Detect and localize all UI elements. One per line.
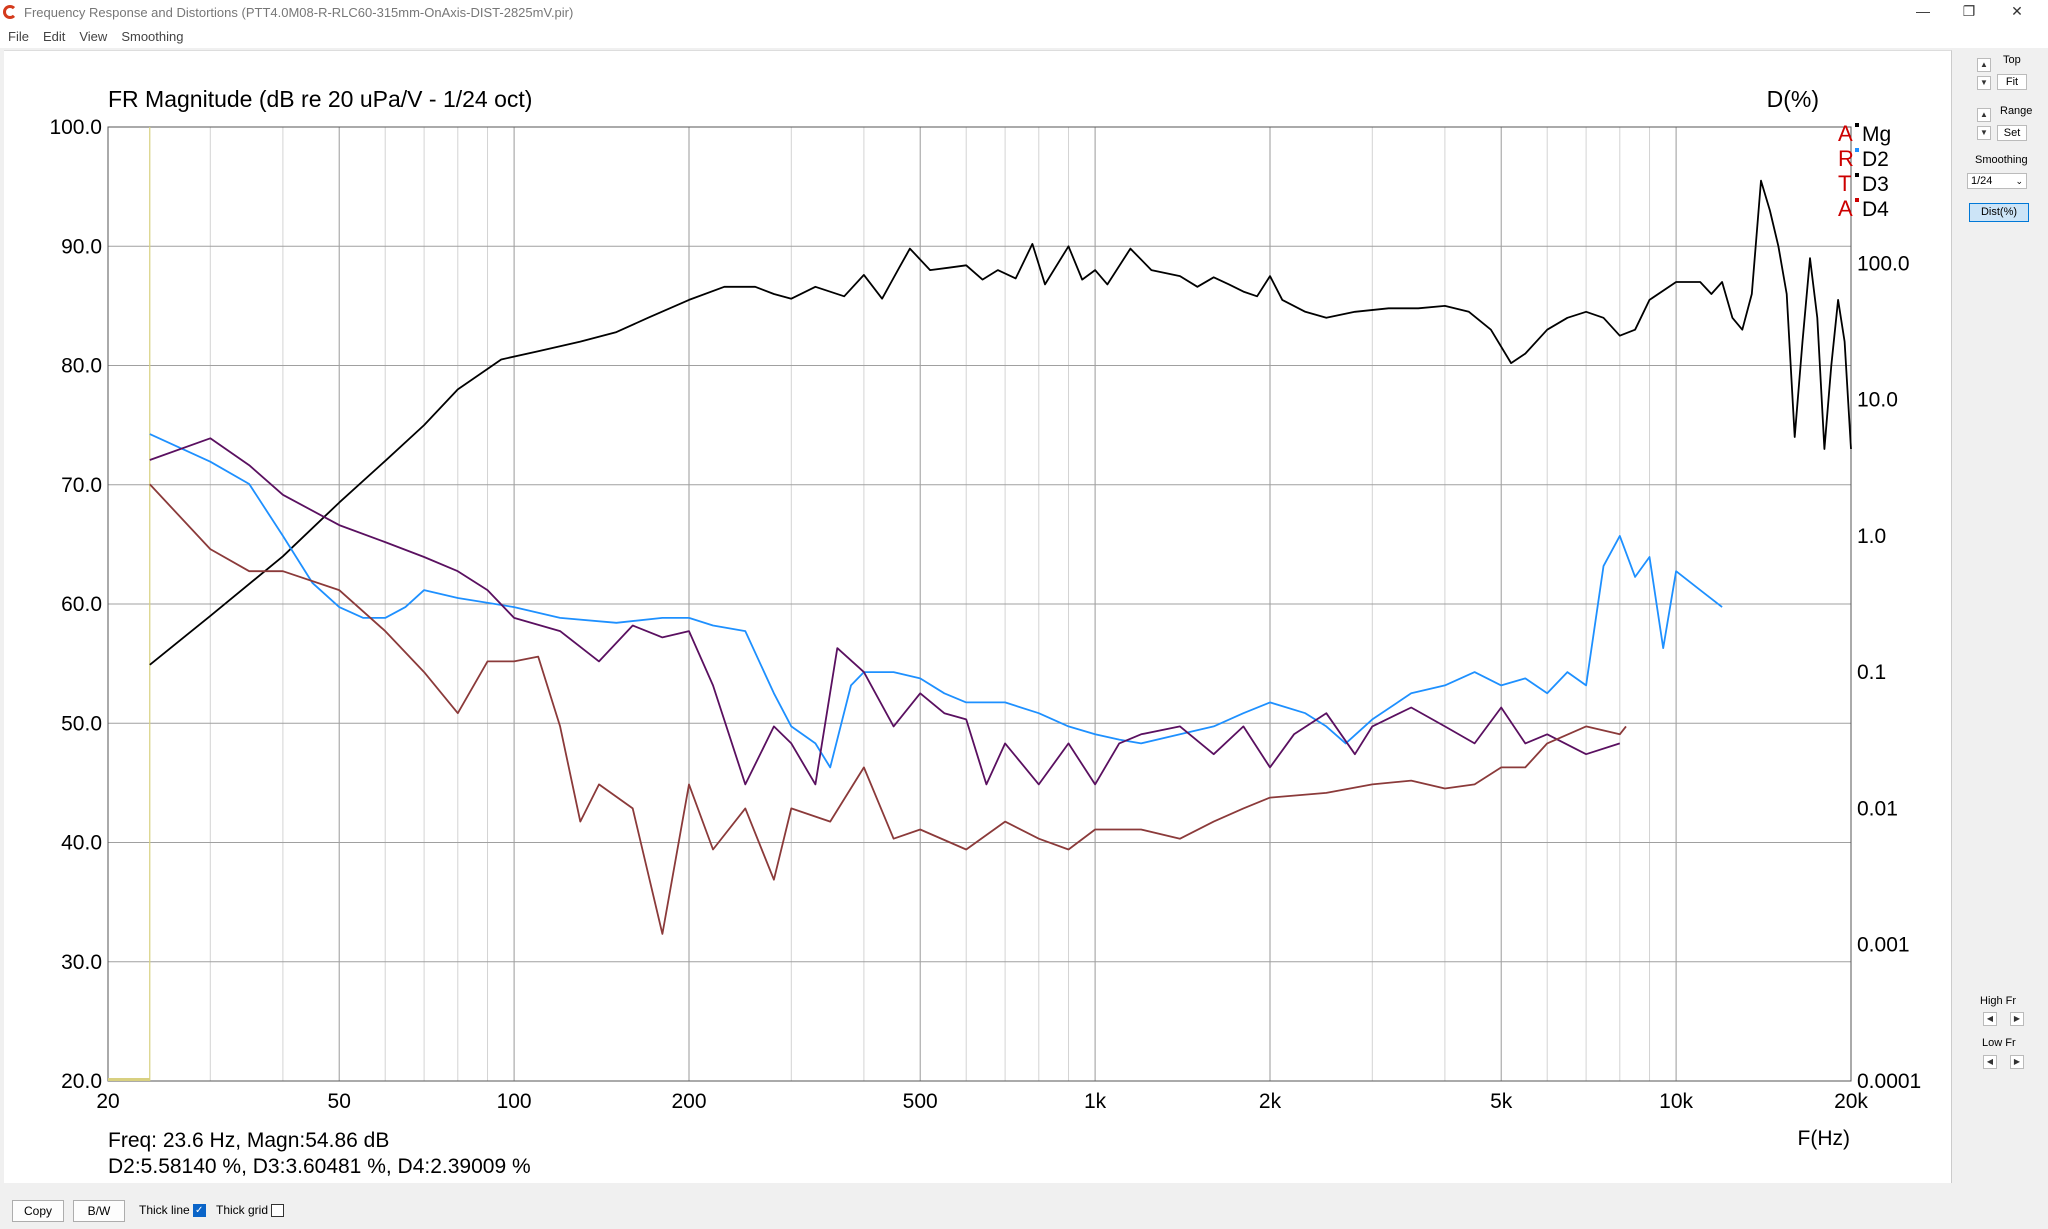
frequency-response-chart[interactable]: FR Magnitude (dB re 20 uPa/V - 1/24 oct)… xyxy=(4,51,1952,1184)
smoothing-value: 1/24 xyxy=(1971,175,1993,187)
right-tick-label: 0.1 xyxy=(1857,661,1886,684)
series-mg xyxy=(149,179,1852,666)
right-tick-label: 10.0 xyxy=(1857,389,1898,412)
x-tick-label: 20 xyxy=(96,1090,119,1113)
low-fr-left-button[interactable]: ◀ xyxy=(1983,1055,1997,1069)
high-fr-left-button[interactable]: ◀ xyxy=(1983,1012,1997,1026)
restore-icon[interactable]: ❐ xyxy=(1946,0,1992,24)
top-label: Top xyxy=(2003,54,2021,66)
y-tick-label: 90.0 xyxy=(61,235,102,258)
legend-label: Mg xyxy=(1862,123,1891,146)
thick-grid-label: Thick grid xyxy=(216,1203,269,1217)
grid xyxy=(107,126,1852,1082)
x-tick-label: 20k xyxy=(1834,1090,1868,1113)
thick-line-toggle[interactable]: Thick line ✓ xyxy=(139,1203,206,1218)
legend-label: D2 xyxy=(1862,148,1889,171)
legend-mark: A xyxy=(1838,196,1853,221)
readout-line-2: D2:5.58140 %, D3:3.60481 %, D4:2.39009 % xyxy=(108,1155,531,1178)
legend-dot xyxy=(1855,198,1859,202)
app-logo-icon xyxy=(3,5,17,19)
menu-smoothing[interactable]: Smoothing xyxy=(121,29,183,44)
x-tick-label: 1k xyxy=(1084,1090,1107,1113)
right-tick-label: 0.01 xyxy=(1857,797,1898,820)
x-tick-label: 200 xyxy=(671,1090,706,1113)
menu-bar: File Edit View Smoothing xyxy=(0,24,2048,48)
legend[interactable]: A Mg R D2 T D3 A D4 xyxy=(1838,121,1891,221)
x-tick-label: 5k xyxy=(1490,1090,1513,1113)
range-up-button[interactable]: ▲ xyxy=(1977,108,1991,122)
y-tick-label: 20.0 xyxy=(61,1070,102,1093)
legend-dot xyxy=(1855,148,1859,152)
legend-label: D4 xyxy=(1862,198,1889,221)
x-tick-label: 50 xyxy=(328,1090,351,1113)
bottom-toolbar: Copy B/W Thick line ✓ Thick grid xyxy=(0,1187,2048,1229)
top-up-button[interactable]: ▲ xyxy=(1977,58,1991,72)
close-icon[interactable]: ✕ xyxy=(1994,0,2040,24)
top-down-button[interactable]: ▼ xyxy=(1977,76,1991,90)
range-label: Range xyxy=(2000,105,2033,117)
x-tick-label: 500 xyxy=(903,1090,938,1113)
x-tick-label: 100 xyxy=(497,1090,532,1113)
chevron-down-icon: ⌄ xyxy=(2015,176,2023,186)
menu-edit[interactable]: Edit xyxy=(43,29,65,44)
menu-view[interactable]: View xyxy=(79,29,107,44)
legend-label: D3 xyxy=(1862,173,1889,196)
thick-line-label: Thick line xyxy=(139,1203,190,1217)
dist-percent-button[interactable]: Dist(%) xyxy=(1969,203,2029,222)
legend-dot xyxy=(1855,123,1859,127)
chart-title: FR Magnitude (dB re 20 uPa/V - 1/24 oct) xyxy=(108,86,532,112)
window-title: Frequency Response and Distortions (PTT4… xyxy=(24,4,574,20)
y-axis-ticks: 100.0 90.0 80.0 70.0 60.0 50.0 40.0 30.0 20.0 xyxy=(49,116,102,1093)
legend-mark: A xyxy=(1838,121,1853,146)
series-lines xyxy=(149,179,1852,935)
thick-grid-checkbox[interactable] xyxy=(271,1204,285,1218)
right-tick-label: 0.001 xyxy=(1857,934,1910,957)
cursor-range-marker xyxy=(108,1078,150,1081)
right-axis-title: D(%) xyxy=(1767,86,1819,112)
readout-line-1: Freq: 23.6 Hz, Magn:54.86 dB xyxy=(108,1129,389,1152)
smoothing-select[interactable]: 1/24 ⌄ xyxy=(1967,173,2027,189)
x-axis-ticks: 20 50 100 200 500 1k 2k 5k 10k 20k xyxy=(96,1090,1868,1113)
thick-grid-toggle[interactable]: Thick grid xyxy=(216,1203,285,1218)
right-axis-ticks: 100.0 10.0 1.0 0.1 0.01 0.001 0.0001 xyxy=(1857,252,1921,1093)
low-fr-right-button[interactable]: ▶ xyxy=(2010,1055,2024,1069)
y-tick-label: 80.0 xyxy=(61,355,102,378)
range-down-button[interactable]: ▼ xyxy=(1977,126,1991,140)
y-tick-label: 30.0 xyxy=(61,951,102,974)
legend-mark: R xyxy=(1838,146,1854,171)
fit-button[interactable]: Fit xyxy=(1997,74,2027,90)
series-d3 xyxy=(149,437,1621,786)
y-tick-label: 60.0 xyxy=(61,593,102,616)
y-tick-label: 40.0 xyxy=(61,832,102,855)
title-bar: Frequency Response and Distortions (PTT4… xyxy=(0,0,2048,24)
plot-area[interactable]: FR Magnitude (dB re 20 uPa/V - 1/24 oct)… xyxy=(4,50,1952,1183)
minimize-icon[interactable]: — xyxy=(1900,0,1946,24)
legend-mark: T xyxy=(1838,171,1851,196)
low-fr-label: Low Fr xyxy=(1982,1037,2016,1049)
y-tick-label: 50.0 xyxy=(61,712,102,735)
bw-button[interactable]: B/W xyxy=(73,1200,125,1222)
menu-file[interactable]: File xyxy=(8,29,29,44)
set-button[interactable]: Set xyxy=(1997,125,2027,141)
copy-button[interactable]: Copy xyxy=(12,1200,64,1222)
y-tick-label: 70.0 xyxy=(61,474,102,497)
y-tick-label: 100.0 xyxy=(49,116,102,139)
right-tick-label: 0.0001 xyxy=(1857,1070,1921,1093)
series-d4 xyxy=(149,483,1627,935)
high-fr-label: High Fr xyxy=(1980,995,2017,1007)
thick-line-checkbox[interactable]: ✓ xyxy=(192,1204,206,1218)
right-tick-label: 1.0 xyxy=(1857,525,1886,548)
legend-dot xyxy=(1855,173,1859,177)
high-fr-right-button[interactable]: ▶ xyxy=(2010,1012,2024,1026)
right-tick-label: 100.0 xyxy=(1857,252,1910,275)
x-tick-label: 2k xyxy=(1259,1090,1282,1113)
x-tick-label: 10k xyxy=(1659,1090,1693,1113)
smoothing-label: Smoothing xyxy=(1975,154,2028,166)
x-axis-label: F(Hz) xyxy=(1798,1127,1850,1150)
